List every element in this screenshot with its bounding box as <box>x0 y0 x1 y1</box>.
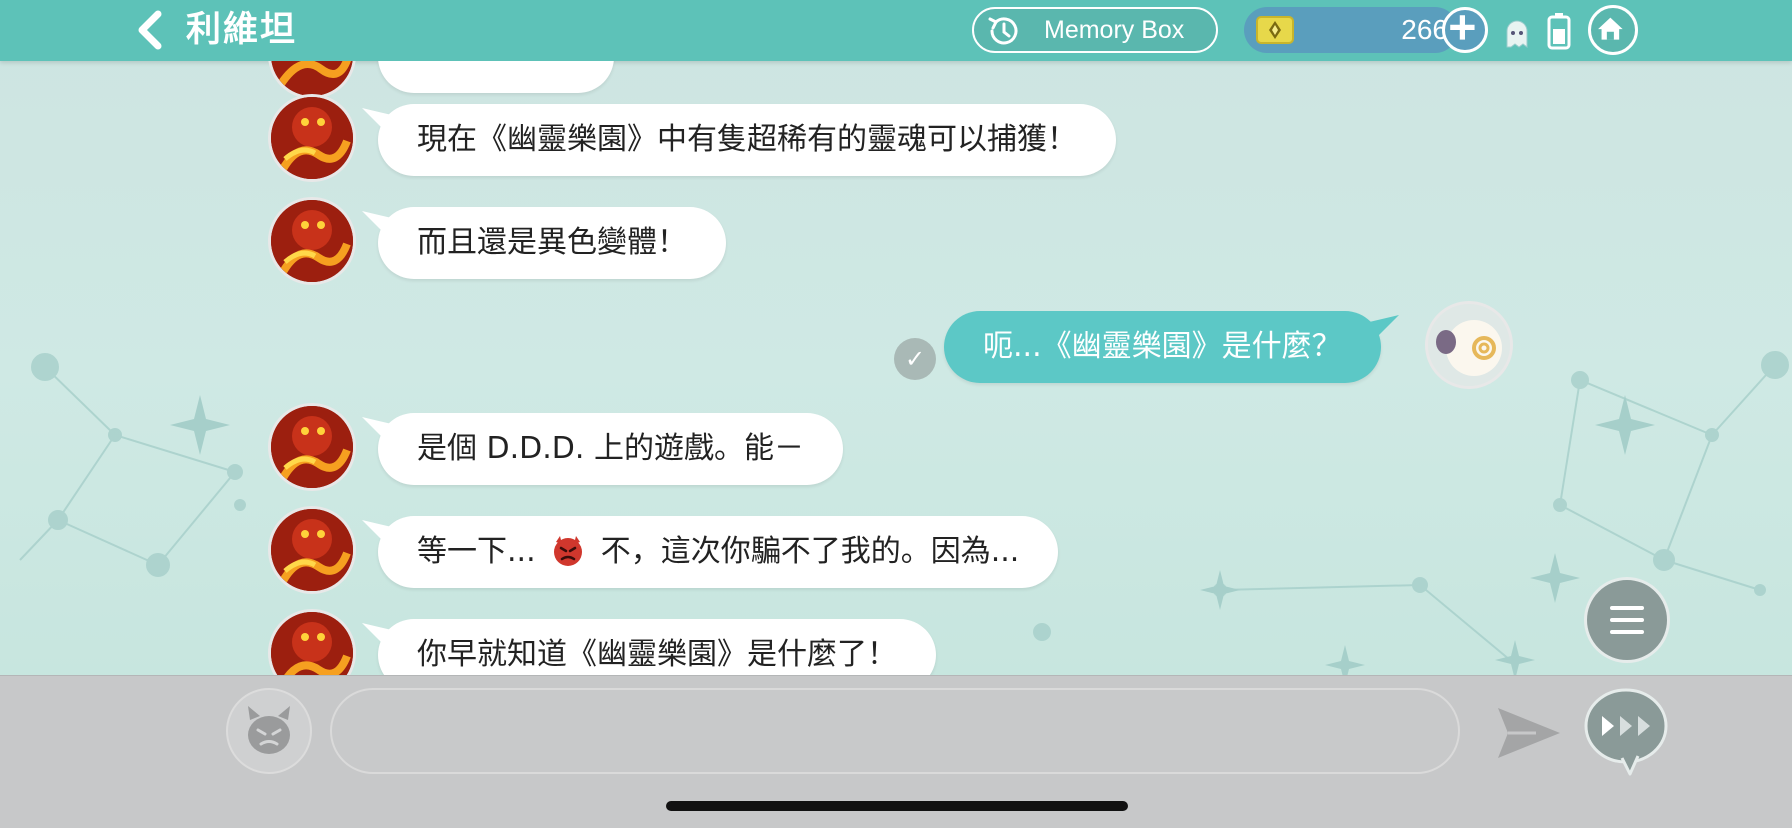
message-bubble: 你早就知道《幽靈樂園》是什麼了！ <box>362 619 936 675</box>
menu-button[interactable] <box>1584 577 1670 663</box>
message-text: 是個 D.D.D. 上的遊戲。能－ <box>417 431 804 466</box>
partner-avatar[interactable] <box>268 609 356 675</box>
message-text: 而且還是異色變體！ <box>417 225 687 260</box>
memory-box-label: Memory Box <box>1044 16 1185 44</box>
hamburger-menu-icon <box>1610 606 1644 634</box>
devil-face-icon <box>248 706 290 754</box>
partner-avatar[interactable] <box>268 197 356 285</box>
plus-icon[interactable] <box>1442 7 1488 53</box>
user-avatar[interactable] <box>1425 301 1513 389</box>
partner-avatar[interactable] <box>268 403 356 491</box>
bubble-tail <box>362 211 396 233</box>
message-bubble: 現在《幽靈樂園》中有隻超稀有的靈魂可以捕獲！ <box>362 104 1116 176</box>
home-icon[interactable] <box>1588 5 1638 55</box>
message-composer <box>0 675 1792 828</box>
leviathan-dragon-avatar-icon <box>271 61 353 96</box>
leviathan-dragon-avatar-icon <box>271 97 353 179</box>
message-bubble: 等一下... 不，這次你騙不了我的。因為... <box>362 516 1059 588</box>
memory-box-button[interactable]: Memory Box <box>972 7 1218 53</box>
message-text-after-emoji: 不，這次你騙不了我的。因為... <box>600 534 1020 569</box>
message-bubble <box>378 61 614 93</box>
leviathan-dragon-avatar-icon <box>271 612 353 675</box>
gem-icon <box>1256 16 1294 44</box>
history-clock-icon <box>988 17 1018 45</box>
message-bubble: 而且還是異色變體！ <box>362 207 726 279</box>
message-text: 呃...《幽靈樂園》是什麼？ <box>983 329 1342 364</box>
bubble-tail <box>362 108 396 130</box>
read-receipt-check: ✓ <box>894 338 936 380</box>
currency-amount: 266 <box>1401 14 1448 45</box>
battery-icon <box>1547 13 1571 50</box>
emoji-picker-button[interactable] <box>226 688 312 774</box>
partner-avatar[interactable] <box>268 94 356 182</box>
home-indicator <box>666 801 1128 811</box>
chat-title: 利維坦 <box>186 10 298 50</box>
chat-thread[interactable]: 現在《幽靈樂園》中有隻超稀有的靈魂可以捕獲！ 而且還是異色變體！ ✓ 呃...《… <box>0 61 1792 675</box>
leviathan-dragon-avatar-icon <box>271 200 353 282</box>
user-message-bubble: 呃...《幽靈樂園》是什麼？ <box>944 311 1399 383</box>
message-bubble: 是個 D.D.D. 上的遊戲。能－ <box>362 413 843 485</box>
fast-forward-bubble-icon <box>1584 688 1668 776</box>
message-text: 現在《幽靈樂園》中有隻超稀有的靈魂可以捕獲！ <box>417 122 1077 157</box>
chevron-left-icon[interactable] <box>132 10 168 50</box>
bubble-tail <box>1364 315 1399 337</box>
message-input[interactable] <box>330 688 1460 774</box>
leviathan-dragon-avatar-icon <box>271 509 353 591</box>
message-text: 你早就知道《幽靈樂園》是什麼了！ <box>417 637 897 672</box>
fast-forward-button[interactable] <box>1582 686 1670 776</box>
bubble-tail <box>362 520 396 542</box>
paper-plane-send-icon[interactable] <box>1496 704 1562 762</box>
leviathan-dragon-avatar-icon <box>271 406 353 488</box>
currency-display: 266 <box>1244 7 1458 53</box>
sheep-avatar-icon <box>1428 304 1510 386</box>
bubble-tail <box>362 417 396 439</box>
message-text-before-emoji: 等一下... <box>417 534 536 569</box>
bubble-tail <box>362 623 396 645</box>
ghost-icon <box>1506 20 1528 48</box>
top-bar: 利維坦 Memory Box 266 <box>0 0 1792 61</box>
partner-avatar[interactable] <box>268 506 356 594</box>
angry-devil-emoji-icon <box>554 536 583 566</box>
